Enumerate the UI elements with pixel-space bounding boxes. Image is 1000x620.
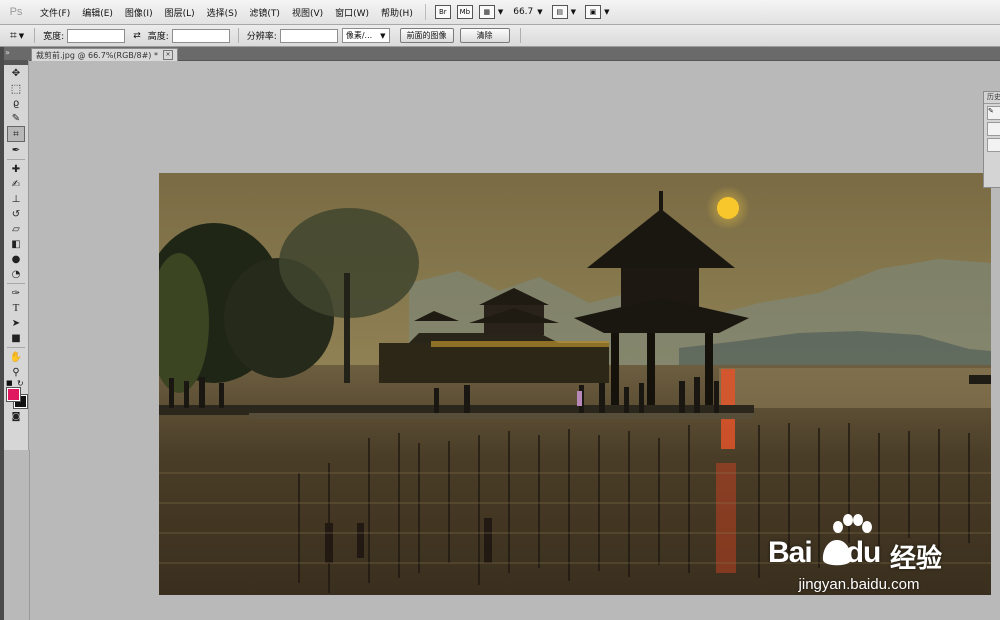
resolution-unit-value: 像素/... (345, 31, 373, 40)
clear-button[interactable]: 清除 (459, 28, 510, 43)
resolution-label: 分辨率: (246, 32, 277, 42)
type-tool-icon[interactable]: T (8, 301, 24, 315)
width-label: 宽度: (43, 32, 65, 42)
color-swatches: ■ ↻ (4, 379, 28, 409)
chevron-down-icon[interactable]: ▼ (19, 32, 24, 40)
resolution-unit-select[interactable]: 像素/... ▼ (341, 28, 390, 43)
width-field[interactable] (67, 28, 126, 43)
eyedropper-tool-icon[interactable]: ✒ (8, 143, 24, 157)
options-divider (237, 28, 239, 43)
chevron-down-icon[interactable]: ▼ (571, 8, 576, 16)
menu-image[interactable]: 图像(I) (119, 6, 159, 19)
screen-mode-icon[interactable]: ▣ (585, 5, 602, 19)
menu-layer[interactable]: 图层(L) (159, 6, 201, 19)
view-extras-icon[interactable]: ▦ (478, 5, 495, 19)
crop-tool-icon[interactable]: ⌗ (7, 126, 25, 142)
zoom-tool-icon[interactable]: ⚲ (8, 365, 24, 379)
menu-view[interactable]: 视图(V) (286, 6, 329, 19)
baidu-jingyan-watermark: Bai du 经验 jingyan.baidu.com (766, 514, 956, 596)
history-brush-tool-icon[interactable]: ↺ (8, 207, 24, 221)
menu-file[interactable]: 文件(F) (34, 6, 76, 19)
menu-select[interactable]: 选择(S) (201, 6, 244, 19)
arrange-documents-icon[interactable]: ▤ (551, 5, 568, 19)
menu-filter[interactable]: 滤镜(T) (243, 6, 286, 19)
menu-divider (424, 4, 426, 20)
history-snapshot-icon[interactable]: ✎ (987, 106, 1000, 120)
menu-window[interactable]: 窗口(W) (329, 6, 375, 19)
clone-stamp-tool-icon[interactable]: ⊥ (8, 192, 24, 206)
mini-bridge-icon[interactable]: Mb (456, 5, 473, 19)
collapse-panels-icon[interactable]: » (5, 48, 10, 57)
history-panel: 历史 ✎ (983, 91, 1000, 188)
hand-tool-icon[interactable]: ✋ (8, 350, 24, 364)
toolbox-grip[interactable] (4, 60, 28, 65)
brush-tool-icon[interactable]: ✍ (8, 177, 24, 191)
tool-divider (7, 159, 25, 160)
toolbox: ✥ ⬚ ϱ ✎ ⌗ ✒ ✚ ✍ ⊥ ↺ ▱ ◧ ● ◔ ✑ T ➤ ■ ✋ ⚲ … (4, 60, 29, 450)
options-bar: ⌗ ▼ 宽度: ⇄ 高度: 分辨率: 像素/... ▼ 前面的图像 清除 (0, 25, 1000, 47)
history-panel-title[interactable]: 历史 (984, 92, 1000, 104)
eraser-tool-icon[interactable]: ▱ (8, 222, 24, 236)
menu-edit[interactable]: 编辑(E) (76, 6, 119, 19)
toolbox-empty-area (4, 450, 30, 620)
height-label: 高度: (147, 32, 169, 42)
quick-select-tool-icon[interactable]: ✎ (8, 111, 24, 125)
chevron-down-icon[interactable]: ▼ (604, 8, 609, 16)
document-tab[interactable]: 裁剪前.jpg @ 66.7%(RGB/8#) * × (31, 48, 178, 61)
chevron-down-icon[interactable]: ▼ (537, 8, 542, 16)
quick-mask-icon[interactable]: ◙ (8, 410, 24, 424)
resolution-field[interactable] (279, 28, 338, 43)
dodge-tool-icon[interactable]: ◔ (8, 267, 24, 281)
marquee-tool-icon[interactable]: ⬚ (8, 81, 24, 95)
rectangle-tool-icon[interactable]: ■ (8, 331, 24, 345)
gradient-tool-icon[interactable]: ◧ (8, 237, 24, 251)
options-divider (519, 28, 521, 43)
watermark-url: jingyan.baidu.com (798, 576, 920, 593)
front-image-button[interactable]: 前面的图像 (399, 28, 454, 43)
default-colors-icon[interactable]: ■ (6, 379, 13, 387)
paw-palm-icon (822, 540, 852, 566)
photoshop-logo-icon: Ps (9, 6, 23, 18)
close-icon[interactable]: × (162, 50, 173, 60)
tool-divider (7, 347, 25, 348)
history-state-row[interactable] (987, 122, 1000, 136)
bridge-icon[interactable]: Br (434, 5, 451, 19)
tool-divider (7, 283, 25, 284)
blur-tool-icon[interactable]: ● (8, 252, 24, 266)
document-tab-title: 裁剪前.jpg @ 66.7%(RGB/8#) * (36, 50, 158, 60)
move-tool-icon[interactable]: ✥ (8, 66, 24, 80)
height-field[interactable] (171, 28, 230, 43)
history-state-row[interactable] (987, 138, 1000, 152)
path-select-tool-icon[interactable]: ➤ (8, 316, 24, 330)
lasso-tool-icon[interactable]: ϱ (8, 96, 24, 110)
options-divider (34, 28, 36, 43)
crop-tool-preset-icon[interactable]: ⌗ (10, 28, 17, 43)
pen-tool-icon[interactable]: ✑ (8, 286, 24, 300)
swap-dimensions-icon[interactable]: ⇄ (133, 31, 141, 41)
zoom-level[interactable]: 66.7 (513, 7, 533, 17)
document-tab-strip: » 裁剪前.jpg @ 66.7%(RGB/8#) * × (0, 47, 1000, 61)
swap-colors-icon[interactable]: ↻ (17, 379, 24, 388)
foreground-color-swatch[interactable] (6, 387, 21, 402)
chevron-down-icon: ▼ (380, 31, 386, 40)
healing-brush-tool-icon[interactable]: ✚ (8, 162, 24, 176)
menu-bar: Ps 文件(F) 编辑(E) 图像(I) 图层(L) 选择(S) 滤镜(T) 视… (0, 0, 1000, 25)
menu-help[interactable]: 帮助(H) (375, 6, 419, 19)
chevron-down-icon[interactable]: ▼ (498, 8, 503, 16)
watermark-jingyan: 经验 (890, 544, 943, 574)
